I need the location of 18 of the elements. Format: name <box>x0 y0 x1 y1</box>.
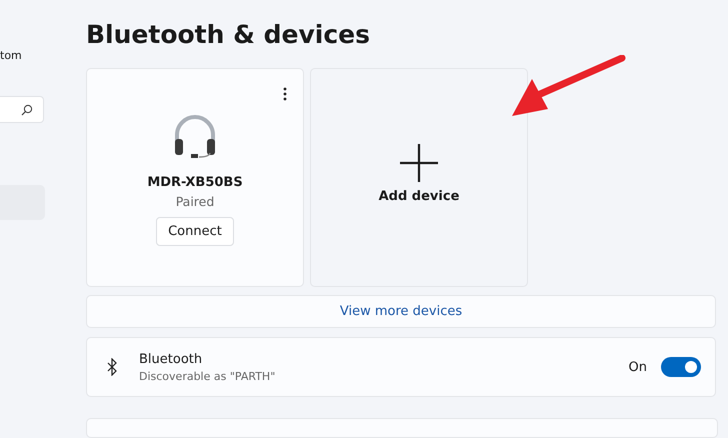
bluetooth-subtitle: Discoverable as "PARTH" <box>139 370 276 383</box>
account-email-text: tom <box>0 49 22 62</box>
device-card[interactable]: MDR-XB50BS Paired Connect <box>86 68 304 287</box>
device-name: MDR-XB50BS <box>147 175 243 190</box>
add-device-label: Add device <box>378 189 460 204</box>
search-icon <box>21 104 33 116</box>
bluetooth-toggle[interactable] <box>661 357 701 378</box>
add-device-card[interactable]: Add device <box>310 68 528 287</box>
toggle-state-label: On <box>628 360 647 375</box>
more-options-icon[interactable] <box>283 87 287 101</box>
page-title: Bluetooth & devices <box>86 19 372 51</box>
plus-icon <box>399 143 439 183</box>
bluetooth-icon <box>107 358 117 376</box>
bluetooth-title: Bluetooth <box>139 352 204 367</box>
connect-button[interactable]: Connect <box>156 217 234 246</box>
view-more-devices-button[interactable]: View more devices <box>86 295 716 328</box>
search-field[interactable] <box>0 96 44 123</box>
device-status: Paired <box>176 194 214 209</box>
